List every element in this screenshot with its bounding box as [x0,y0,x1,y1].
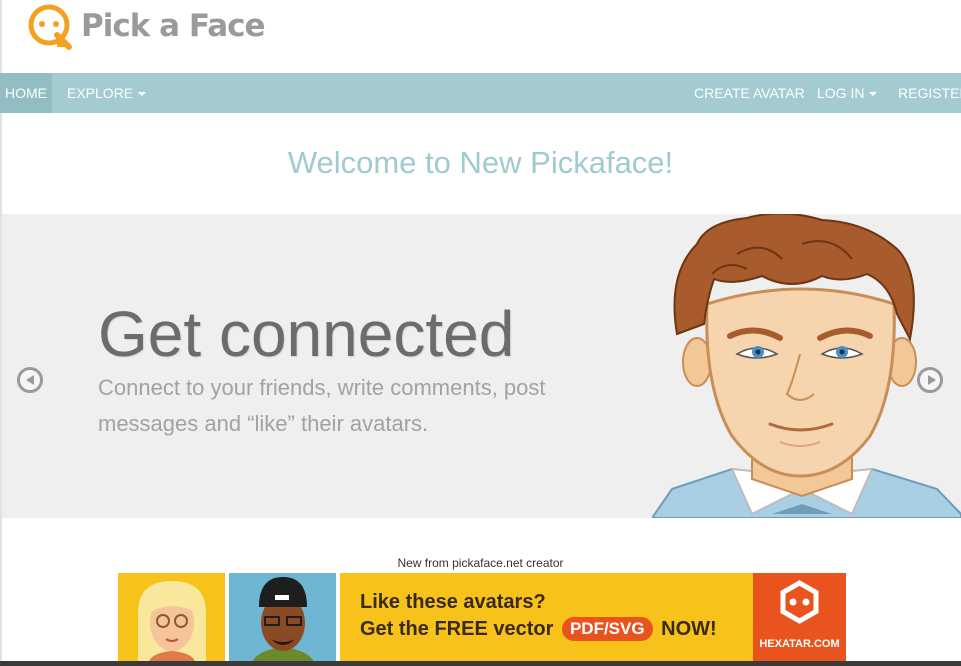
chevron-down-icon [138,92,147,96]
logo-text: Pick a Face [81,8,266,44]
carousel-prev-arrow-icon[interactable] [17,367,43,393]
banner-subline-suffix: NOW! [661,618,717,640]
hexatar-ad-banner[interactable]: Like these avatars? Get the FREE vector … [118,573,846,666]
avatar-thumb-cap [229,573,336,666]
hero-carousel: Get connected Connect to your friends, w… [2,214,961,518]
nav-log-in-label: LOG IN [817,85,865,101]
nav-register[interactable]: REGISTER [898,73,961,113]
promo-caption: New from pickaface.net creator [397,556,564,570]
hexatar-logo-icon [780,580,819,624]
format-badge: PDF/SVG [561,617,653,641]
nav-create-avatar[interactable]: CREATE AVATAR [694,73,805,113]
banner-subline: Get the FREE vector PDF/SVG NOW! [360,616,717,642]
window-bottom-edge [0,661,961,666]
banner-divider [336,573,340,666]
slide-title: Get connected [98,298,515,370]
pickaface-logo-icon [28,4,72,50]
nav-explore[interactable]: EXPLORE [67,73,147,113]
chevron-down-icon [869,92,878,96]
page-title: Welcome to New Pickaface! [287,145,674,180]
banner-subline-prefix: Get the FREE vector [360,618,554,640]
nav-home[interactable]: HOME [0,73,52,113]
banner-headline: Like these avatars? [360,591,546,613]
slide-text: Connect to your friends, write comments,… [98,375,546,436]
hexatar-brand-box[interactable]: HEXATAR.COM [753,573,846,666]
nav-explore-label: EXPLORE [67,85,134,101]
avatar-illustration [652,214,961,518]
avatar-thumb-blonde [118,573,225,666]
main-navbar: HOME EXPLORE CREATE AVATAR LOG IN REGIST… [0,73,961,113]
hexatar-label: HEXATAR.COM [759,638,840,650]
site-logo[interactable]: Pick a Face [27,3,267,53]
nav-log-in[interactable]: LOG IN [817,73,878,113]
